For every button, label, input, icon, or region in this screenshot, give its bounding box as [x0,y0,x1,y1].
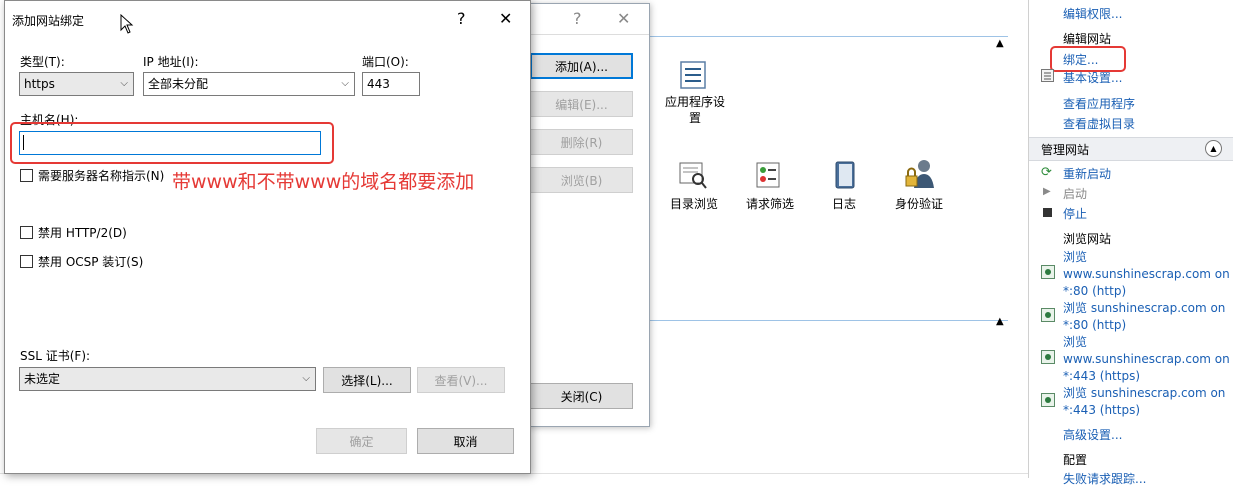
port-label: 端口(O): [362,55,409,69]
collapse-up-icon[interactable]: ▲ [1205,140,1222,157]
select-cert-button[interactable]: 选择(L)... [323,367,411,393]
feature-label-request-filtering[interactable]: 请求筛选 [736,195,804,212]
start-icon: ▶ [1043,186,1051,197]
sni-label: 需要服务器名称指示(N) [38,169,165,183]
type-select-value: https [24,77,55,91]
help-icon[interactable]: ? [457,9,466,28]
browse-site-icon [1041,393,1055,407]
section-config: 配置 [1063,453,1088,467]
disable-http2-checkbox[interactable] [20,226,33,239]
ssl-cert-label: SSL 证书(F): [20,349,91,363]
stop-icon [1043,208,1052,217]
close-icon[interactable]: ✕ [617,9,630,28]
group-divider [648,320,1008,321]
disable-ocsp-label: 禁用 OCSP 装订(S) [38,255,144,269]
ok-button[interactable]: 确定 [316,428,407,454]
mouse-pointer-icon [120,13,134,34]
chevron-down-icon: ⌵ [341,78,349,89]
action-edit-permissions[interactable]: 编辑权限... [1063,5,1122,22]
browse-site-icon [1041,350,1055,364]
app-settings-icon[interactable] [678,60,708,90]
annotation-text: 带www和不带www的域名都要添加 [172,171,475,193]
ip-address-value: 全部未分配 [148,77,209,91]
section-browse-site: 浏览网站 [1063,232,1112,246]
cancel-button[interactable]: 取消 [417,428,514,454]
action-view-virtual-dirs[interactable]: 查看虚拟目录 [1063,115,1135,132]
close-icon[interactable]: ✕ [499,9,512,28]
port-input[interactable]: 443 [362,72,420,96]
disable-http2-label: 禁用 HTTP/2(D) [38,226,127,240]
section-header-manage-site[interactable]: 管理网站 ▲ [1029,137,1233,161]
action-stop[interactable]: 停止 [1063,205,1087,222]
ip-address-label: IP 地址(I): [143,55,199,69]
group-divider [648,36,1008,37]
dialog-title: 添加网站绑定 [12,14,85,28]
add-site-binding-dialog: 添加网站绑定 ? ✕ 类型(T): https ⌵ IP 地址(I): 全部未分… [4,0,531,474]
section-edit-site: 编辑网站 [1063,32,1112,46]
directory-browsing-icon[interactable] [678,160,708,190]
browse-binding-button[interactable]: 浏览(B) [530,167,633,193]
feature-label-directory-browsing[interactable]: 目录浏览 [660,195,728,212]
actions-pane: 编辑权限... 编辑网站 绑定... 基本设置... 查看应用程序 查看虚拟目录… [1028,0,1233,486]
basic-settings-icon [1041,69,1054,82]
title-divider [529,34,649,35]
restart-icon: ⟳ [1041,165,1052,180]
action-browse-www-80[interactable]: 浏览 www.sunshinescrap.com on *:80 (http) [1063,249,1230,300]
action-start[interactable]: 启动 [1063,185,1087,202]
ssl-cert-value: 未选定 [24,372,61,386]
feature-label-app-settings[interactable]: 应用程序设 置 [655,94,735,126]
site-bindings-dialog: ? ✕ 添加(A)... 编辑(E)... 删除(R) 浏览(B) 关闭(C) [528,3,650,427]
chevron-down-icon: ⌵ [120,78,128,89]
collapse-up-icon[interactable]: ▲ [996,38,1004,49]
browse-site-icon [1041,308,1055,322]
action-view-applications[interactable]: 查看应用程序 [1063,95,1135,112]
type-select[interactable]: https ⌵ [19,72,134,96]
action-browse-root-443[interactable]: 浏览 sunshinescrap.com on *:443 (https) [1063,385,1225,419]
action-failed-request-tracing[interactable]: 失败请求跟踪... [1063,470,1146,487]
collapse-up-icon[interactable]: ▲ [996,316,1004,327]
chevron-down-icon: ⌵ [302,373,310,384]
edit-binding-button[interactable]: 编辑(E)... [530,91,633,117]
help-icon[interactable]: ? [573,9,582,28]
add-binding-button[interactable]: 添加(A)... [530,53,633,79]
highlight-hostname [10,122,334,164]
browse-site-icon [1041,265,1055,279]
action-browse-www-443[interactable]: 浏览 www.sunshinescrap.com on *:443 (https… [1063,334,1230,385]
close-button[interactable]: 关闭(C) [530,383,633,409]
request-filtering-icon[interactable] [754,160,784,190]
action-advanced-settings[interactable]: 高级设置... [1063,426,1122,443]
disable-ocsp-checkbox[interactable] [20,255,33,268]
sni-checkbox[interactable] [20,169,33,182]
logging-icon[interactable] [830,160,860,190]
ip-address-select[interactable]: 全部未分配 ⌵ [143,72,355,96]
view-cert-button[interactable]: 查看(V)... [417,367,505,393]
feature-label-logging[interactable]: 日志 [816,195,872,212]
feature-label-authentication[interactable]: 身份验证 [888,195,950,212]
action-browse-root-80[interactable]: 浏览 sunshinescrap.com on *:80 (http) [1063,300,1225,334]
remove-binding-button[interactable]: 删除(R) [530,129,633,155]
type-label: 类型(T): [20,55,65,69]
ssl-cert-select[interactable]: 未选定 ⌵ [19,367,316,391]
action-basic-settings[interactable]: 基本设置... [1063,69,1122,86]
action-restart[interactable]: 重新启动 [1063,165,1111,182]
authentication-icon[interactable] [904,158,936,190]
section-manage-site: 管理网站 [1041,143,1090,157]
